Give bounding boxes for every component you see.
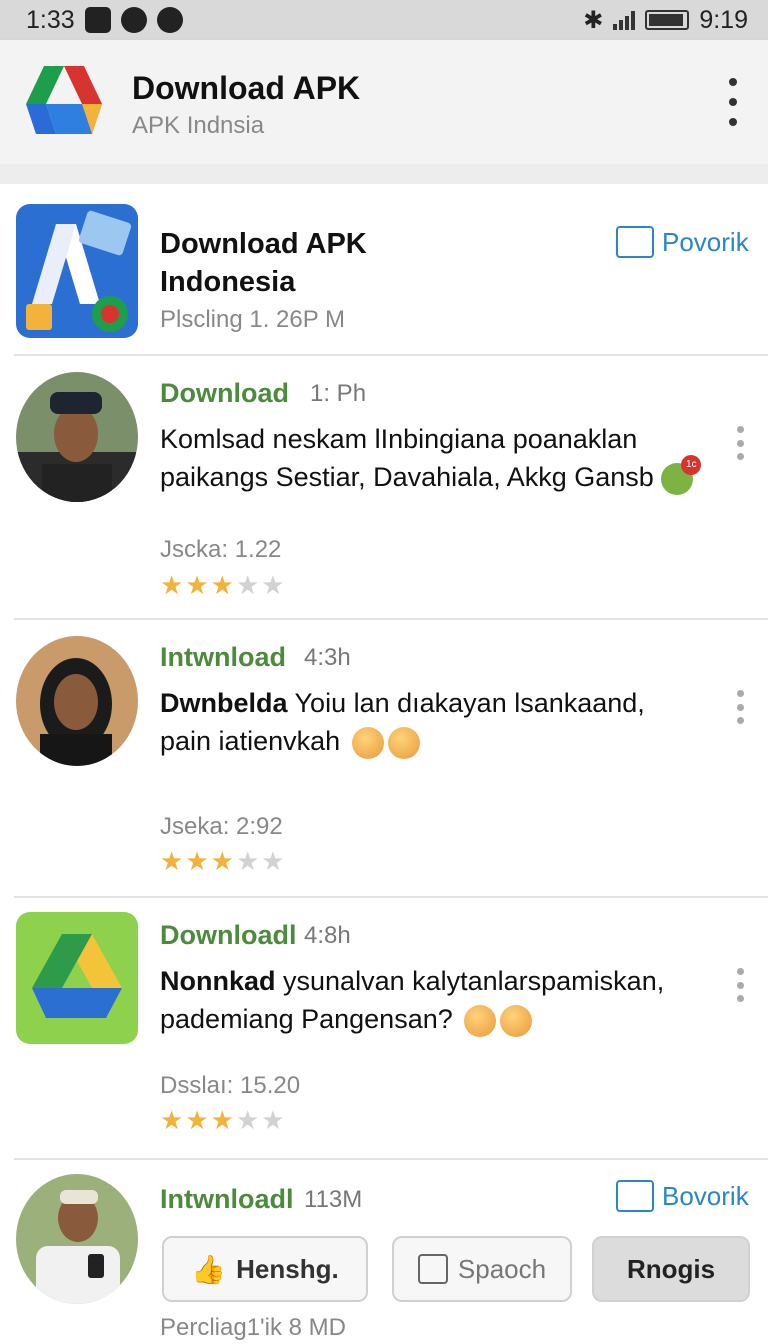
smile-emoji-icon (464, 1004, 497, 1037)
post-menu-icon[interactable] (735, 426, 745, 460)
grin-emoji-icon (387, 726, 420, 759)
app-bar: Download APK APK Indnsia (0, 40, 768, 164)
avatar (16, 1174, 138, 1304)
like-button[interactable]: 👍 Henshg. (162, 1236, 368, 1302)
trend-link-label-1: Povorik (662, 226, 749, 257)
leaf-emoji-icon: 1c (661, 454, 702, 495)
star-emoji-icon (351, 726, 384, 759)
status-bar: 1:33 ✱ 9:19 (0, 0, 768, 40)
post-meta: Dsslaı: 15.20 (160, 1072, 301, 1099)
u-icon (84, 7, 111, 33)
divider (14, 618, 768, 620)
post-meta: Jseka: 2:92 (160, 813, 283, 840)
post-text: Komlsad neskam lInbingiana poanaklan pai… (160, 420, 720, 496)
post-text: Nonnkad ysunalvan kalytanlarspamiskan, p… (160, 962, 720, 1038)
avatar (16, 636, 138, 766)
post-author: Download (160, 378, 289, 408)
separator-strip (0, 164, 768, 184)
divider (14, 354, 768, 356)
trend-link-2[interactable]: Bovorik (616, 1180, 749, 1212)
grey-action-button[interactable]: Rnogis (592, 1236, 750, 1302)
post-author: Intwnloadl (160, 1184, 294, 1214)
divider (14, 896, 768, 898)
settings-circle-icon (120, 7, 147, 33)
post-meta: Percliag1'ik 8 MD (160, 1314, 346, 1341)
shield-icon (156, 7, 183, 33)
checkbox-icon (417, 1254, 448, 1284)
app-logo-icon (26, 66, 102, 134)
trend-chart-icon (616, 226, 654, 258)
signal-icon (613, 10, 636, 30)
rating-stars: ★ ★ ★ ★ ★ (160, 1105, 285, 1135)
trend-chart-icon (616, 1180, 654, 1212)
trend-link-1[interactable]: Povorik (616, 226, 749, 258)
app-title: Download APK (132, 70, 361, 106)
post-author: Downloadl (160, 920, 297, 950)
drive-tile-icon (16, 912, 138, 1044)
divider (14, 1158, 768, 1160)
thumbs-up-icon: 👍 (191, 1253, 227, 1285)
notification-badge: 1c (681, 454, 702, 475)
overflow-menu-icon[interactable] (722, 78, 744, 126)
post-time: 4:3h (304, 644, 351, 671)
check-button[interactable]: Spaoch (392, 1236, 572, 1302)
post-meta: Jscka: 1.22 (160, 536, 282, 563)
trend-link-label-2: Bovorik (662, 1180, 749, 1211)
tongue-emoji-icon (500, 1004, 533, 1037)
post-time: 113M (304, 1186, 363, 1213)
app-subtitle: APK Indnsia (132, 112, 265, 139)
status-clock-right: 9:19 (699, 5, 748, 34)
apk-title-line1: Download APK (160, 228, 367, 260)
battery-icon (645, 10, 690, 30)
post-time: 4:8h (304, 922, 351, 949)
rating-stars: ★ ★ ★ ★ ★ (160, 570, 285, 600)
apk-title-line2: Indonesia (160, 266, 296, 298)
rating-stars: ★ ★ ★ ★ ★ (160, 846, 285, 876)
post-text: Dwnbelda Yoiu lan dıakayan lsankaand, pa… (160, 684, 720, 760)
apk-meta: Plscling 1. 26P M (160, 306, 345, 333)
apk-thumbnail-icon (16, 204, 138, 338)
post-menu-icon[interactable] (735, 968, 745, 1002)
status-time: 1:33 (26, 5, 75, 34)
post-time: 1: Ph (310, 380, 367, 407)
post-author: Intwnload (160, 642, 286, 672)
bluetooth-icon: ✱ (583, 6, 604, 34)
avatar (16, 372, 138, 502)
post-menu-icon[interactable] (735, 690, 745, 724)
